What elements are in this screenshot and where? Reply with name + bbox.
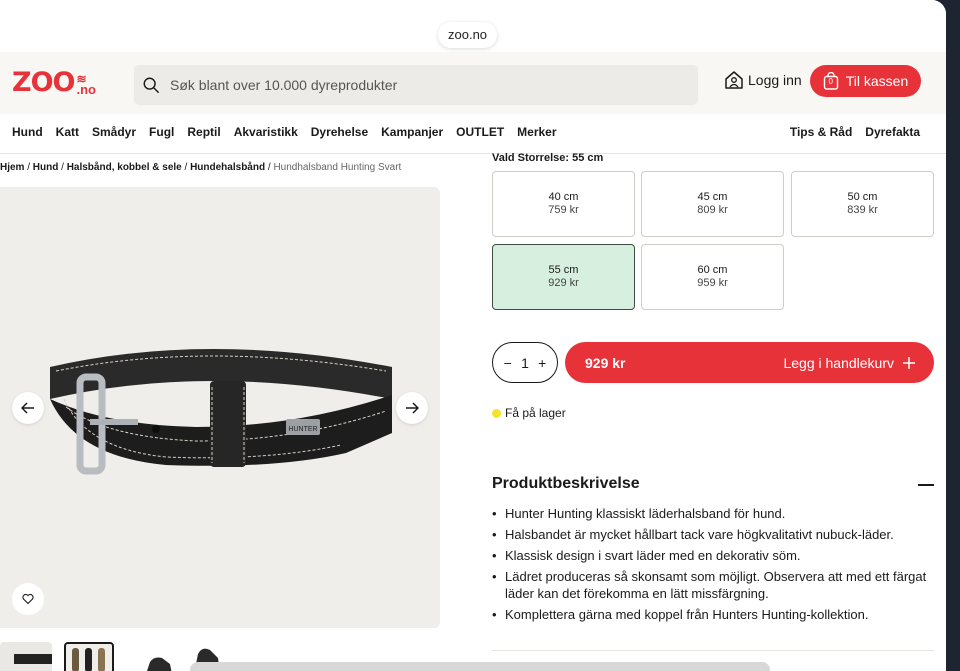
description-list: Hunter Hunting klassiskt läderhalsband f… <box>492 505 932 627</box>
size-option-45[interactable]: 45 cm 809 kr <box>641 171 784 237</box>
url-pill[interactable]: zoo.no <box>438 22 498 48</box>
arrow-left-icon <box>21 402 34 414</box>
search-icon <box>143 77 159 93</box>
nav-item-merker[interactable]: Merker <box>517 125 556 139</box>
zoo-logo[interactable]: ZOO ≋ .no <box>12 66 96 96</box>
checkout-label: Til kassen <box>845 73 909 89</box>
section-divider <box>492 650 934 651</box>
nav-item-akvaristikk[interactable]: Akvaristikk <box>234 125 298 139</box>
cart-count: 0 <box>828 77 833 86</box>
stock-status: Få på lager <box>492 406 566 420</box>
breadcrumb-link[interactable]: Hundehalsbånd <box>190 162 265 173</box>
nav-item-dyrehelse[interactable]: Dyrehelse <box>311 125 368 139</box>
nav-item-outlet[interactable]: OUTLET <box>456 125 504 139</box>
thumbnail[interactable] <box>0 642 52 671</box>
nav-item-katt[interactable]: Katt <box>56 125 79 139</box>
house-user-icon <box>725 71 743 89</box>
cart-price: 929 kr <box>585 354 626 371</box>
breadcrumb-link[interactable]: Halsbånd, kobbel & sele <box>67 162 182 173</box>
nav-item-smadyr[interactable]: Smådyr <box>92 125 136 139</box>
quantity-stepper[interactable]: − 1 + <box>492 342 558 383</box>
description-bullet: Halsbandet är mycket hållbart tack vare … <box>492 526 932 543</box>
size-option-50[interactable]: 50 cm 839 kr <box>791 171 934 237</box>
nav-item-fugl[interactable]: Fugl <box>149 125 174 139</box>
logo-suffix: .no <box>76 82 96 97</box>
prev-image-button[interactable] <box>12 392 44 424</box>
nav-left: Hund Katt Smådyr Fugl Reptil Akvaristikk… <box>12 125 557 139</box>
description-bullet: Hunter Hunting klassiskt läderhalsband f… <box>492 505 932 522</box>
breadcrumb-link[interactable]: Hjem <box>0 162 24 173</box>
nav-item-reptil[interactable]: Reptil <box>187 125 220 139</box>
size-option-60[interactable]: 60 cm 959 kr <box>641 244 784 310</box>
stock-indicator-icon <box>492 408 501 418</box>
nav-item-tips[interactable]: Tips & Råd <box>790 125 852 139</box>
increase-icon[interactable]: + <box>538 355 546 371</box>
nav-right: Tips & Råd Dyrefakta <box>790 125 920 139</box>
description-toggle[interactable]: Produktbeskrivelse <box>492 475 934 495</box>
checkout-button[interactable]: 0 Til kassen <box>810 65 921 97</box>
search-bar[interactable] <box>134 65 698 105</box>
decrease-icon[interactable]: − <box>504 355 512 371</box>
login-label: Logg inn <box>748 72 802 88</box>
logo-text: ZOO <box>12 67 75 98</box>
nav-item-dyrefakta[interactable]: Dyrefakta <box>865 125 920 139</box>
collar-brand-tag: HUNTER <box>288 426 317 433</box>
selected-size-label: Vald Storrelse: 55 cm <box>492 152 604 164</box>
arrow-right-icon <box>406 402 419 414</box>
description-bullet: Komplettera gärna med koppel från Hunter… <box>492 606 932 623</box>
shopping-bag-icon: 0 <box>823 71 839 90</box>
search-input[interactable] <box>170 77 670 93</box>
login-button[interactable]: Logg inn <box>724 70 802 90</box>
breadcrumb: Hjem / Hund / Halsbånd, kobbel & sele / … <box>0 162 402 173</box>
breadcrumb-link[interactable]: Hund <box>33 162 59 173</box>
thumbnail-selected[interactable] <box>64 642 114 671</box>
product-image: HUNTER <box>50 349 392 475</box>
description-bullet: Lädret produceras så skonsamt som möjlig… <box>492 568 932 602</box>
size-option-55-selected[interactable]: 55 cm 929 kr <box>492 244 635 310</box>
size-option-40[interactable]: 40 cm 759 kr <box>492 171 635 237</box>
description-bullet: Klassisk design i svart läder med en dek… <box>492 547 932 564</box>
add-to-cart-button[interactable]: 929 kr Legg i handlekurv <box>565 342 934 383</box>
favorite-button[interactable] <box>12 583 44 615</box>
browser-page: zoo.no ZOO ≋ .no Logg inn 0 T <box>0 0 946 671</box>
nav-item-hund[interactable]: Hund <box>12 125 43 139</box>
next-image-button[interactable] <box>396 392 428 424</box>
nav-item-kampanjer[interactable]: Kampanjer <box>381 125 443 139</box>
plus-icon <box>903 356 915 369</box>
add-to-cart-label: Legg i handlekurv <box>783 354 894 371</box>
heart-icon <box>22 593 34 605</box>
minus-icon <box>918 484 934 486</box>
bottom-overlay <box>190 662 770 671</box>
description-heading: Produktbeskrivelse <box>492 475 640 492</box>
breadcrumb-current: Hundhalsband Hunting Svart <box>273 162 402 173</box>
quantity-value: 1 <box>521 354 529 371</box>
product-gallery: HUNTER <box>0 187 440 628</box>
stock-text: Få på lager <box>505 406 566 420</box>
main-nav: Hund Katt Smådyr Fugl Reptil Akvaristikk… <box>0 114 946 154</box>
